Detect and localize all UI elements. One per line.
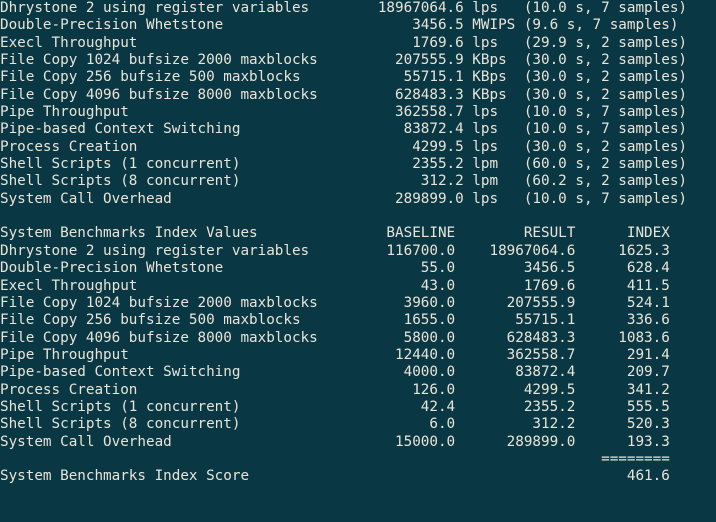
index-table-row: Pipe Throughput 12440.0 362558.7 291.4 [0, 346, 670, 363]
index-table-row: Double-Precision Whetstone 55.0 3456.5 6… [0, 260, 670, 277]
benchmark-result-line: System Call Overhead 289899.0 lps (10.0 … [0, 190, 687, 207]
index-score-line: System Benchmarks Index Score 461.6 [0, 468, 670, 485]
index-table-header: System Benchmarks Index Values BASELINE … [0, 225, 670, 242]
benchmark-result-line: File Copy 256 bufsize 500 maxblocks 5571… [0, 69, 687, 86]
benchmark-result-line: Pipe-based Context Switching 83872.4 lps… [0, 121, 687, 138]
index-table-row: File Copy 256 bufsize 500 maxblocks 1655… [0, 312, 670, 329]
index-table-row: Shell Scripts (1 concurrent) 42.4 2355.2… [0, 398, 670, 415]
benchmark-result-line: Shell Scripts (8 concurrent) 312.2 lpm (… [0, 173, 687, 190]
index-table-row: File Copy 4096 bufsize 8000 maxblocks 58… [0, 329, 670, 346]
benchmark-result-line: File Copy 4096 bufsize 8000 maxblocks 62… [0, 86, 687, 103]
benchmark-result-line: Execl Throughput 1769.6 lps (29.9 s, 2 s… [0, 34, 687, 51]
benchmark-result-line: Process Creation 4299.5 lps (30.0 s, 2 s… [0, 138, 687, 155]
benchmark-result-line: Pipe Throughput 362558.7 lps (10.0 s, 7 … [0, 104, 687, 121]
index-table-separator: ======== [0, 450, 670, 467]
index-table-row: Process Creation 126.0 4299.5 341.2 [0, 381, 670, 398]
benchmark-result-line: Dhrystone 2 using register variables 189… [0, 0, 687, 16]
index-table-row: Dhrystone 2 using register variables 116… [0, 242, 670, 259]
terminal-output: Dhrystone 2 using register variables 189… [0, 0, 716, 522]
index-table-row: Shell Scripts (8 concurrent) 6.0 312.2 5… [0, 416, 670, 433]
benchmark-result-line: Shell Scripts (1 concurrent) 2355.2 lpm … [0, 156, 687, 173]
benchmark-result-line: Double-Precision Whetstone 3456.5 MWIPS … [0, 17, 679, 34]
index-table-row: Pipe-based Context Switching 4000.0 8387… [0, 364, 670, 381]
index-table-row: Execl Throughput 43.0 1769.6 411.5 [0, 277, 670, 294]
benchmark-result-line: File Copy 1024 bufsize 2000 maxblocks 20… [0, 52, 687, 69]
index-table-row: System Call Overhead 15000.0 289899.0 19… [0, 433, 670, 450]
index-table-row: File Copy 1024 bufsize 2000 maxblocks 39… [0, 294, 670, 311]
